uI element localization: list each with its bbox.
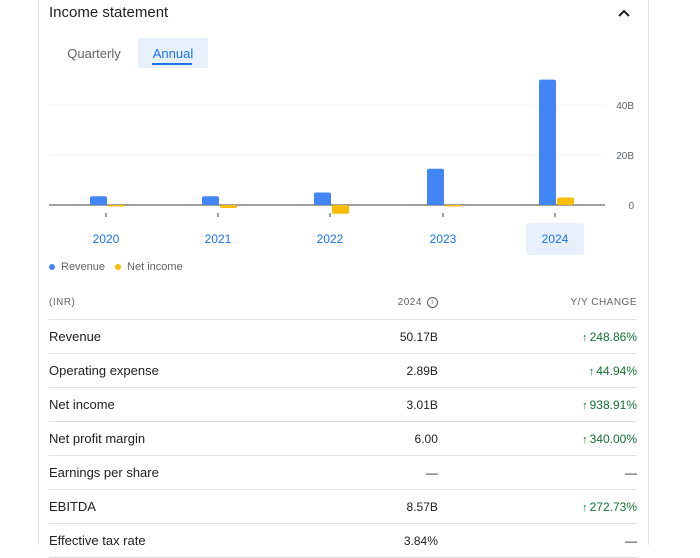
- row-label: Net profit margin: [49, 421, 378, 456]
- row-change: ↑ 272.73%: [437, 489, 637, 524]
- revenue-bar: [202, 196, 219, 205]
- net-income-bar: [220, 205, 237, 208]
- x-tick-label: 2021: [205, 232, 232, 246]
- row-value: 3.01B: [377, 387, 438, 422]
- table-row: EBITDA 8.57B ↑ 272.73%: [49, 489, 637, 524]
- y-tick-label: 20B: [616, 151, 634, 162]
- revenue-bar: [90, 196, 107, 205]
- row-label: Operating expense: [49, 353, 378, 388]
- row-change: ↑ 44.94%: [437, 353, 637, 388]
- row-label: EBITDA: [49, 489, 378, 524]
- revenue-dot-icon: [49, 264, 55, 270]
- row-value: 50.17B: [377, 319, 438, 354]
- arrow-up-icon: ↑: [582, 433, 588, 446]
- row-change-value: 248.86%: [589, 329, 637, 344]
- row-change: ↑ 248.86%: [437, 319, 637, 354]
- arrow-up-icon: ↑: [588, 365, 595, 378]
- year-header-label: 2024: [397, 297, 422, 309]
- currency-header-label: (INR): [49, 297, 76, 308]
- legend-label: Net income: [127, 261, 183, 273]
- row-value: 3.84%: [377, 523, 438, 558]
- x-tick-label: 2023: [430, 232, 457, 246]
- y-tick-label: 40B: [616, 101, 634, 112]
- row-label: Net income: [49, 387, 378, 422]
- chart-legend: Revenue Net income: [49, 261, 183, 273]
- net-income-bar: [445, 205, 462, 207]
- revenue-bar: [539, 79, 556, 205]
- net-income-bar: [332, 205, 349, 214]
- legend-item-net-income: Net income: [115, 261, 183, 273]
- financials-table: (INR) 2024 i Y/Y CHANGE Revenue 50.17B ↑ 248…: [49, 286, 637, 558]
- table-header-row: (INR) 2024 i Y/Y CHANGE: [49, 286, 637, 320]
- row-change-value: —: [625, 533, 637, 548]
- arrow-up-icon: ↑: [582, 501, 588, 514]
- row-label: Revenue: [49, 319, 378, 354]
- revenue-bar: [427, 168, 444, 205]
- row-value: 2.89B: [377, 353, 438, 388]
- info-icon[interactable]: i: [426, 296, 438, 308]
- row-label: Earnings per share: [49, 455, 378, 490]
- row-change: —: [437, 523, 637, 558]
- row-label: Effective tax rate: [49, 523, 378, 558]
- table-row: Earnings per share — —: [49, 455, 637, 490]
- x-tick-label: 2022: [317, 232, 344, 246]
- row-change: —: [437, 455, 637, 490]
- row-value: 6.00: [377, 421, 438, 456]
- net-income-bar: [108, 205, 125, 207]
- arrow-up-icon: ↑: [582, 399, 588, 412]
- income-chart: 0 20B 40B 2020 2021 2022 2023 2024: [49, 79, 634, 255]
- table-row: Revenue 50.17B ↑ 248.86%: [49, 319, 637, 354]
- x-tick-label: 2024: [542, 232, 569, 246]
- table-row: Operating expense 2.89B ↑ 44.94%: [49, 353, 637, 388]
- change-header: Y/Y CHANGE: [437, 286, 637, 320]
- net-income-bar: [557, 197, 574, 205]
- row-change-value: 938.91%: [589, 397, 637, 412]
- row-change-value: 272.73%: [589, 499, 637, 514]
- row-change-value: 340.00%: [589, 431, 637, 446]
- table-row: Net profit margin 6.00 ↑ 340.00%: [49, 421, 637, 456]
- table-row: Net income 3.01B ↑ 938.91%: [49, 387, 637, 422]
- table-row: Effective tax rate 3.84% —: [49, 523, 637, 558]
- currency-header: (INR): [49, 286, 378, 320]
- row-change: ↑ 340.00%: [437, 421, 637, 456]
- row-change-value: 44.94%: [596, 363, 637, 378]
- y-tick-label: 0: [628, 201, 634, 212]
- row-change: ↑ 938.91%: [437, 387, 637, 422]
- legend-label: Revenue: [61, 261, 106, 273]
- arrow-up-icon: ↑: [582, 331, 588, 344]
- x-tick-label: 2020: [93, 232, 120, 246]
- revenue-bar: [314, 192, 331, 205]
- row-change-value: —: [625, 465, 637, 480]
- row-value: 8.57B: [377, 489, 438, 524]
- row-value: —: [377, 455, 438, 490]
- legend-item-revenue: Revenue: [49, 261, 105, 273]
- year-header: 2024 i: [377, 286, 438, 320]
- change-header-label: Y/Y CHANGE: [570, 297, 637, 308]
- net-income-dot-icon: [115, 264, 122, 270]
